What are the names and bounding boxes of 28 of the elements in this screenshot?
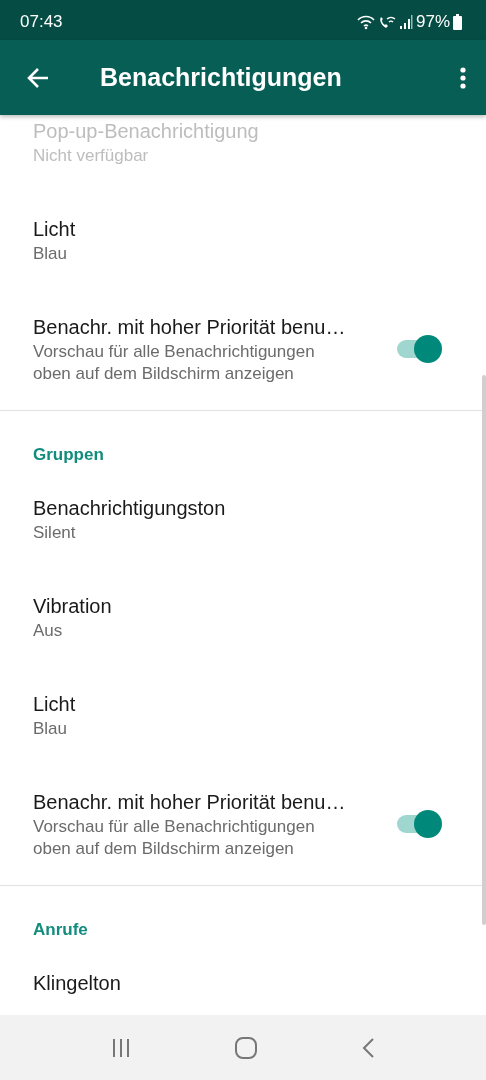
battery-level: 97% — [415, 12, 450, 32]
back-chevron-icon — [360, 1036, 375, 1059]
section-header: Anrufe — [33, 920, 89, 940]
screen-title: Benachrichtigungen — [100, 63, 343, 92]
setting-title[interactable]: Benachrichtigungston — [33, 494, 453, 522]
setting-description: Vorschau für alle Benachrichtigungen oben auf dem Bildschirm anzeigen — [33, 341, 316, 385]
overflow-menu-icon — [460, 66, 466, 89]
battery-icon — [453, 14, 462, 30]
clock: 07:43 — [20, 12, 63, 32]
setting-title[interactable]: Benachr. mit hoher Priorität benu… — [33, 788, 374, 816]
setting-title[interactable]: Benachr. mit hoher Priorität benu… — [33, 313, 374, 341]
setting-description: Vorschau für alle Benachrichtigungen oben auf dem Bildschirm anzeigen — [33, 816, 316, 860]
wifi-call-icon — [377, 14, 396, 30]
setting-title[interactable]: Licht — [33, 215, 453, 243]
setting-title[interactable]: Klingelton — [33, 969, 453, 997]
wifi-icon — [356, 14, 375, 30]
setting-description: Aus — [33, 620, 64, 642]
setting-description: Blau — [33, 243, 69, 265]
setting-title[interactable]: Licht — [33, 690, 453, 718]
setting-description: Blau — [33, 718, 69, 740]
signal-icon — [398, 15, 413, 29]
back-arrow-icon — [26, 65, 50, 90]
recent-apps-icon — [111, 1037, 132, 1058]
setting-title[interactable]: Vibration — [33, 592, 453, 620]
section-header: Gruppen — [33, 445, 105, 465]
home-icon — [234, 1035, 258, 1060]
setting-description: Nicht verfügbar — [33, 145, 150, 167]
setting-description: Silent — [33, 522, 77, 544]
